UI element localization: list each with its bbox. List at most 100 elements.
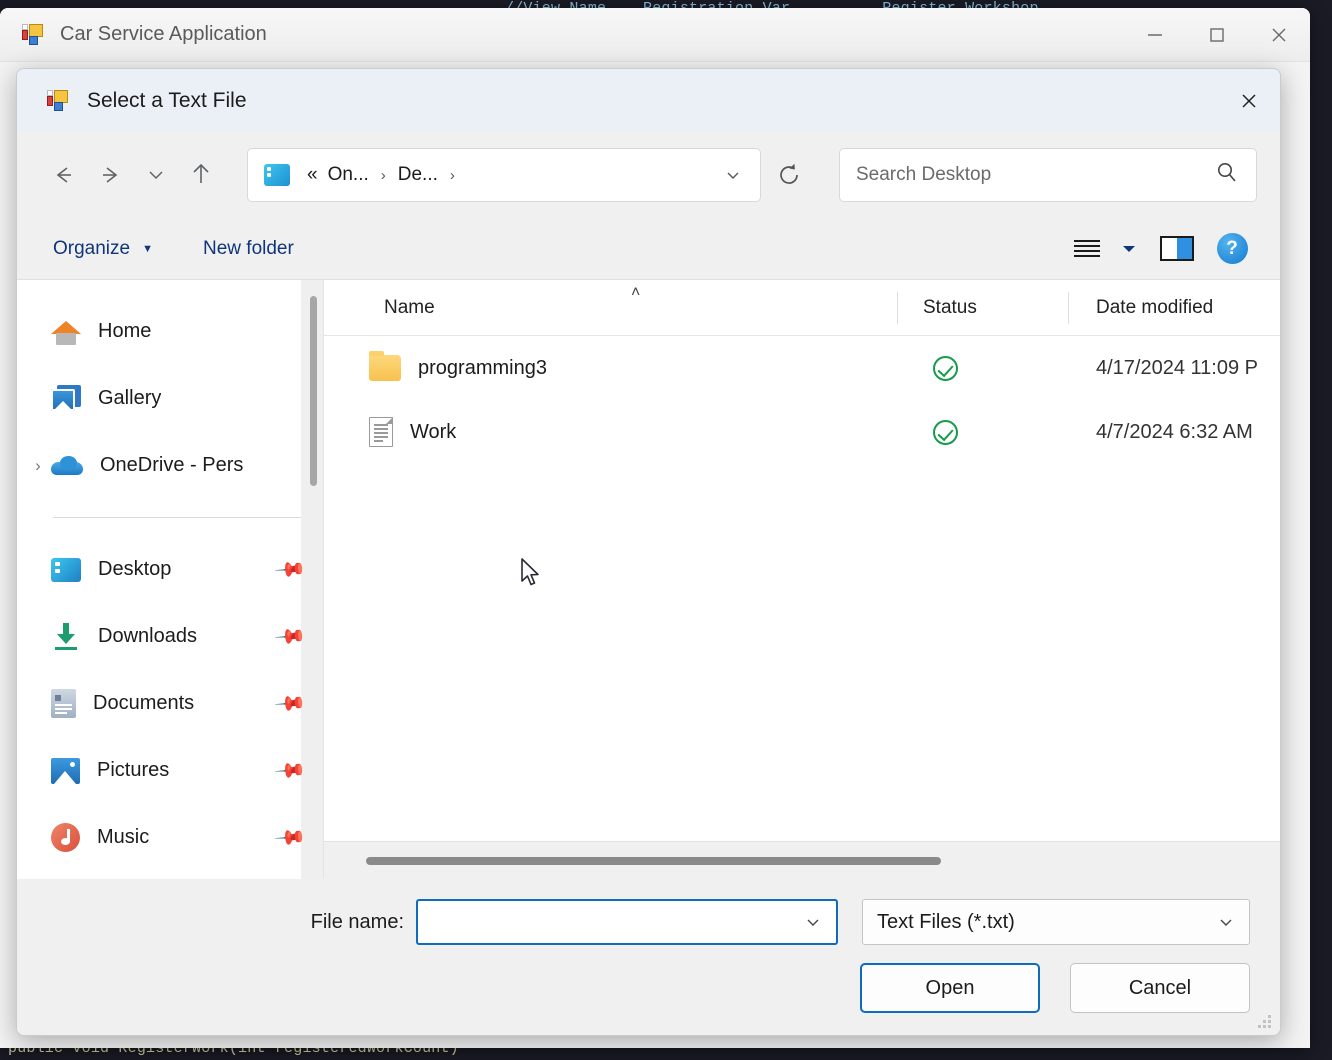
navigation-bar: « On... › De... › <box>17 132 1280 218</box>
sidebar-item-label: Gallery <box>98 387 162 409</box>
gallery-icon <box>51 385 81 412</box>
cell-name: programming3 <box>324 336 897 400</box>
sidebar-item-documents[interactable]: Documents 📌 <box>17 670 323 737</box>
downloads-icon <box>51 622 81 651</box>
sidebar-item-label: Pictures <box>97 759 170 781</box>
cell-status <box>897 336 1068 400</box>
up-icon[interactable] <box>177 151 225 199</box>
close-button[interactable] <box>1248 8 1310 62</box>
sidebar-item-label: Documents <box>93 692 195 714</box>
column-header-name[interactable]: Name ˄ <box>324 280 897 336</box>
pin-icon[interactable]: 📌 <box>273 686 308 721</box>
window-controls <box>1124 8 1310 62</box>
dialog-title: Select a Text File <box>87 88 247 112</box>
pin-icon[interactable]: 📌 <box>273 753 308 788</box>
music-icon <box>51 823 80 852</box>
new-folder-button[interactable]: New folder <box>189 228 308 270</box>
onedrive-cloud-icon <box>51 455 83 477</box>
sidebar-item-onedrive[interactable]: › OneDrive - Pers <box>17 432 323 499</box>
file-name-label: Work <box>410 420 457 443</box>
file-name-input[interactable] <box>428 910 796 934</box>
minimize-button[interactable] <box>1124 8 1186 62</box>
sort-ascending-caret-icon: ˄ <box>631 283 641 301</box>
select-text-file-dialog: Select a Text File « On... › De... › Sea… <box>16 68 1281 1036</box>
search-input[interactable] <box>856 164 1214 186</box>
open-button[interactable]: Open <box>860 963 1040 1013</box>
text-file-icon <box>369 417 393 447</box>
file-name-label: programming3 <box>418 356 547 379</box>
sidebar-item-gallery[interactable]: Gallery <box>17 365 323 432</box>
file-name-label: File name: <box>310 910 404 933</box>
search-box[interactable] <box>839 148 1257 202</box>
address-chevron-down-icon[interactable] <box>712 153 754 197</box>
pictures-icon <box>51 757 80 784</box>
table-row[interactable]: Work 4/7/2024 6:32 AM <box>324 400 1280 464</box>
column-header-status[interactable]: Status <box>897 280 1068 336</box>
resize-grip[interactable] <box>1258 1015 1272 1029</box>
new-folder-label: New folder <box>203 237 294 259</box>
back-icon[interactable] <box>39 151 87 199</box>
view-chevron-down-icon[interactable] <box>1110 227 1148 271</box>
column-header-name-label: Name <box>384 296 435 318</box>
file-list-header: Name ˄ Status Date modified <box>324 280 1280 336</box>
pin-icon[interactable]: 📌 <box>273 820 308 855</box>
app-titlebar: Car Service Application <box>0 8 1310 62</box>
recent-locations-chevron-down-icon[interactable] <box>135 151 177 199</box>
table-row[interactable]: programming3 4/17/2024 11:09 P <box>324 336 1280 400</box>
app-title: Car Service Application <box>60 23 267 45</box>
dialog-close-icon[interactable] <box>1218 69 1280 132</box>
dialog-footer: File name: Text Files (*.txt) Open Cance… <box>17 879 1280 1035</box>
column-header-status-label: Status <box>923 296 977 318</box>
file-type-filter-value: Text Files (*.txt) <box>877 910 1015 933</box>
view-list-icon[interactable] <box>1064 227 1110 271</box>
breadcrumb-item-onedrive[interactable]: On... <box>323 160 374 190</box>
file-list: Name ˄ Status Date modified programming3 <box>323 280 1280 879</box>
file-name-combobox[interactable] <box>416 899 838 945</box>
breadcrumb: « On... › De... › <box>302 160 712 190</box>
file-type-chevron-down-icon[interactable] <box>1209 901 1243 943</box>
breadcrumb-overflow[interactable]: « <box>302 160 323 190</box>
file-name-row: File name: Text Files (*.txt) <box>47 899 1250 945</box>
file-name-chevron-down-icon[interactable] <box>796 901 830 943</box>
sidebar-item-home[interactable]: Home <box>17 298 323 365</box>
file-list-horizontal-scrollbar[interactable] <box>324 841 1280 879</box>
breadcrumb-separator-2: › <box>449 166 455 184</box>
dialog-titlebar: Select a Text File <box>17 69 1280 132</box>
desktop-icon <box>51 557 81 582</box>
sidebar-item-desktop[interactable]: Desktop 📌 <box>17 536 323 603</box>
file-type-filter-combobox[interactable]: Text Files (*.txt) <box>862 899 1250 945</box>
sidebar-divider <box>53 517 301 518</box>
sidebar-item-pictures[interactable]: Pictures 📌 <box>17 737 323 804</box>
sync-status-check-icon <box>933 419 958 445</box>
cancel-button[interactable]: Cancel <box>1070 963 1250 1013</box>
sidebar-item-downloads[interactable]: Downloads 📌 <box>17 603 323 670</box>
sidebar-item-label: Music <box>97 826 150 848</box>
sidebar-item-label: Home <box>98 320 152 342</box>
breadcrumb-item-desktop[interactable]: De... <box>393 160 443 190</box>
organize-button[interactable]: Organize ▼ <box>39 228 167 270</box>
file-list-rows: programming3 4/17/2024 11:09 P Work 4/7/… <box>324 336 1280 841</box>
dialog-button-row: Open Cancel <box>47 963 1250 1013</box>
column-header-date-modified[interactable]: Date modified <box>1068 280 1280 336</box>
file-list-scrollbar-thumb[interactable] <box>366 856 942 865</box>
sidebar-item-label: OneDrive - Pers <box>100 454 244 476</box>
sidebar-item-label: Downloads <box>98 625 197 647</box>
home-icon <box>51 319 81 345</box>
pin-icon[interactable]: 📌 <box>273 552 308 587</box>
address-bar[interactable]: « On... › De... › <box>247 148 761 202</box>
sidebar-scrollbar[interactable] <box>310 296 317 821</box>
pin-icon[interactable]: 📌 <box>273 619 308 654</box>
preview-pane-icon[interactable] <box>1148 227 1206 271</box>
sidebar-item-music[interactable]: Music 📌 <box>17 804 323 871</box>
sidebar-item-label: Desktop <box>98 558 172 580</box>
documents-icon <box>51 689 76 718</box>
chevron-right-icon[interactable]: › <box>27 456 49 476</box>
maximize-button[interactable] <box>1186 8 1248 62</box>
organize-caret-down-icon: ▼ <box>142 242 153 255</box>
help-icon[interactable]: ? <box>1206 227 1258 271</box>
refresh-icon[interactable] <box>763 148 815 202</box>
sidebar-scrollbar-thumb[interactable] <box>310 296 317 486</box>
sync-status-check-icon <box>933 355 958 381</box>
forward-icon[interactable] <box>87 151 135 199</box>
navigation-sidebar[interactable]: Home Gallery › OneDrive - Pers Desktop 📌… <box>17 280 323 879</box>
